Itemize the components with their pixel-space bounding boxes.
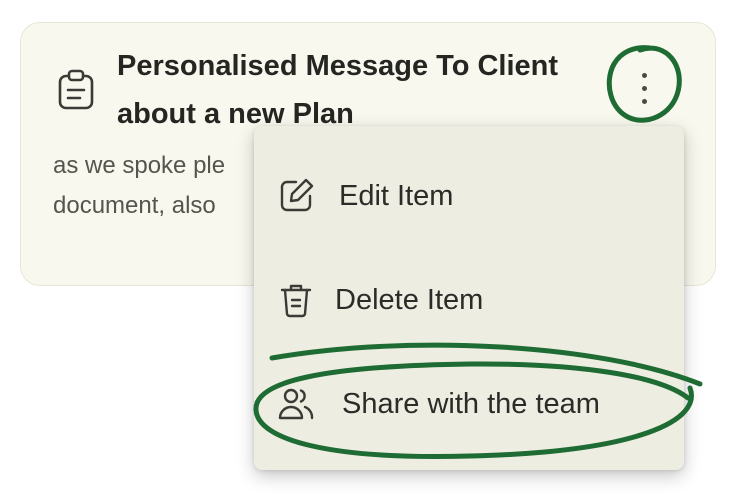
menu-item-label: Delete Item xyxy=(335,284,484,316)
menu-item-delete[interactable]: Delete Item xyxy=(254,260,684,340)
more-options-button[interactable] xyxy=(626,66,662,110)
trash-icon xyxy=(280,284,312,318)
card-title: Personalised Message To Client about a n… xyxy=(117,50,559,130)
more-vertical-icon-dot xyxy=(641,85,647,91)
menu-item-share[interactable]: Share with the team xyxy=(254,364,684,444)
more-vertical-icon-dot xyxy=(641,98,647,104)
users-icon xyxy=(278,388,314,420)
card-preview-text: as we spoke ple document, also xyxy=(53,152,226,219)
more-vertical-icon-dot xyxy=(641,72,647,78)
clipboard-icon xyxy=(58,69,94,110)
menu-item-label: Edit Item xyxy=(339,180,454,212)
edit-icon xyxy=(280,178,314,212)
menu-item-edit[interactable]: Edit Item xyxy=(254,156,684,236)
menu-item-label: Share with the team xyxy=(342,388,600,420)
context-menu: Edit Item Delete Item Share with the tea… xyxy=(254,126,684,470)
